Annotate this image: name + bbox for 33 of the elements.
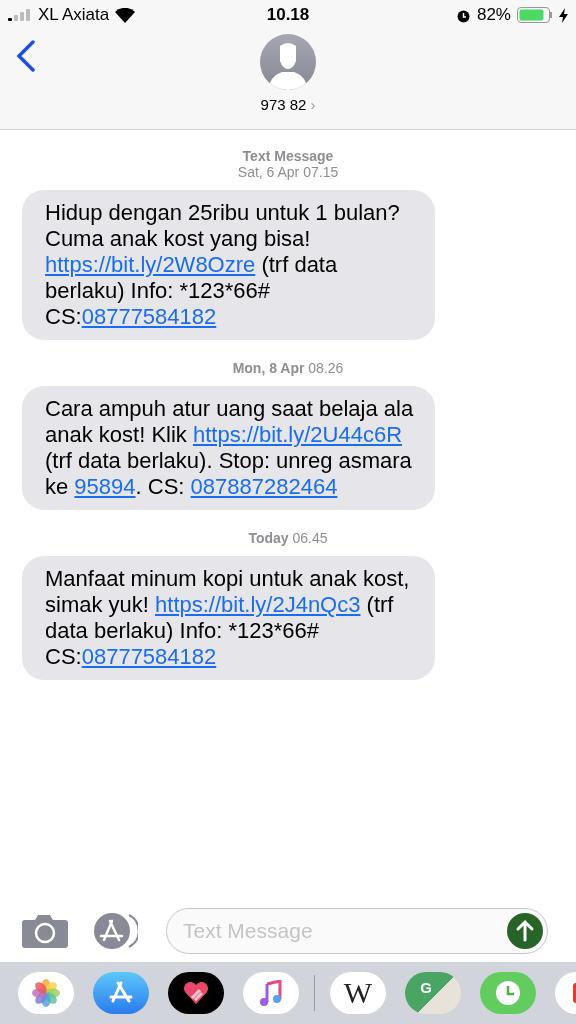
clock-time: 10.18	[266, 5, 310, 25]
signal-icon	[8, 9, 32, 21]
wikipedia-icon[interactable]: W	[330, 972, 386, 1014]
camera-icon[interactable]	[22, 914, 68, 948]
send-icon[interactable]	[507, 913, 543, 949]
thread-label: Text Message	[242, 148, 334, 164]
message-link[interactable]: 087887282464	[190, 474, 338, 499]
maps-app-icon[interactable]: G	[405, 972, 461, 1014]
message-bubble: Manfaat minum kopi untuk anak kost, simak yuk! https://bit.ly/2J4nQc3 (trf data berlaku) Info: *123*66# CS:08777584182	[22, 556, 435, 680]
message-link[interactable]: https://bit.ly/2J4nQc3	[155, 592, 361, 617]
message-link[interactable]: 08777584182	[81, 304, 217, 329]
clock-icon[interactable]	[480, 972, 536, 1014]
heart-icon[interactable]	[168, 972, 224, 1014]
message-link[interactable]: 95894	[74, 474, 136, 499]
message-link[interactable]: 08777584182	[81, 644, 217, 669]
timestamp: Mon, 8 Apr 08.26	[232, 360, 344, 376]
music-note-icon[interactable]	[243, 972, 299, 1014]
carrier-name: XL Axiata	[38, 5, 110, 25]
message-link[interactable]: https://bit.ly/2U44c6R	[192, 422, 403, 447]
back-icon[interactable]	[16, 40, 36, 72]
timestamp: Sat, 6 Apr 07.15	[237, 164, 339, 180]
battery-icon	[517, 7, 553, 23]
message-link[interactable]: https://bit.ly/2W8Ozre	[45, 252, 256, 277]
charging-bolt-icon	[559, 7, 568, 23]
message-bubble: Cara ampuh atur uang saat belaja ala anak kost! Klik https://bit.ly/2U44c6R (trf data berlaku). Stop: unreg asmara ke 95894. CS: 087887282464	[22, 386, 435, 510]
battery-percent: 82%	[476, 5, 511, 25]
timestamp: Today 06.45	[248, 530, 328, 546]
contact-name[interactable]: 973 82 ›	[260, 96, 316, 113]
message-bubble: Hidup dengan 25ribu untuk 1 bulan? Cuma anak kost yang bisa! https://bit.ly/2W8Ozre (trf data berlaku) Info: *123*66# CS:08777584182	[22, 190, 435, 340]
wifi-icon	[115, 7, 136, 23]
photos-app-icon[interactable]	[18, 972, 74, 1014]
contact-avatar[interactable]	[260, 34, 316, 90]
app-store-icon[interactable]	[93, 972, 149, 1014]
